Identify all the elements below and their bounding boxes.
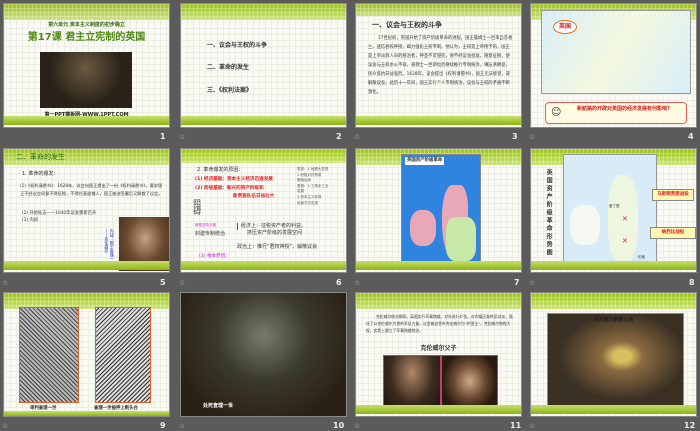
reason-2: (2) 阶级基础：新兴的资产阶级和: [195, 186, 264, 191]
paragraph: (1)《权利请愿书》：1628年，议会向国王提出了一份《权利请愿书》，要求国王不…: [20, 183, 163, 196]
dynasty-note: 斯图亚特王朝: [195, 223, 216, 227]
trial-engraving: [19, 307, 79, 403]
slide-thumbnail-9[interactable]: 审判查理一世 查理一世被押上断头台: [3, 292, 170, 417]
subheading: 2. 革命爆发的原因：: [197, 167, 244, 173]
reason-1: (1) 经济基础：资本主义经济迅速发展: [195, 177, 273, 182]
map-title: 英国资产阶级革命形势图: [545, 169, 553, 257]
animation-star-icon: ☆: [529, 422, 536, 430]
slide-number: 7: [514, 278, 520, 287]
slide-number: 2: [336, 132, 342, 141]
side-list: 表现：1.地理大发现 2.积极对外贸易 圈地运动 表现：1.工场手工业 发展 2.资本主义…: [297, 167, 329, 205]
caption: 处死查理一世: [203, 403, 234, 409]
section-heading: 一、议会与王权的斗争: [372, 21, 442, 29]
economic-effect-cont: 挤压资产阶级的发展空间: [247, 230, 303, 236]
slide-thumbnail-11[interactable]: 克伦威尔统治期间，英国实行军事独裁，对外进行扩张，对内镇压各种反对派，强化了以克…: [355, 292, 522, 417]
animation-star-icon: ☆: [2, 279, 9, 287]
paragraph: (2) 开始标志——1640年议会重新召开: [22, 211, 97, 216]
slide-thumbnail-5[interactable]: 二、革命的发生 1. 革命的爆发： (1)《权利请愿书》：1628年，议会向国王…: [3, 148, 170, 273]
animation-star-icon: ☆: [2, 422, 9, 430]
section-heading: 二、革命的发生: [16, 153, 65, 161]
political-effect: 政治上：推行“君权神授”，解散议会: [237, 244, 318, 250]
question-text: 新航路的开辟对英国的经济发展有何影响?: [577, 106, 670, 112]
slide-number: 11: [510, 421, 522, 430]
cartoon-teacher-icon: ☺: [551, 107, 562, 118]
slide-number: 9: [160, 421, 166, 430]
slide-thumbnail-2[interactable]: 一、议会与王权的斗争 二、革命的发生 三、《权利法案》: [180, 3, 347, 128]
obstruct-label: 阻碍: [192, 199, 202, 215]
animation-star-icon: ☆: [529, 279, 536, 287]
toc-item-3: 三、《权利法案》: [207, 87, 253, 94]
execution-painting: [40, 52, 132, 108]
slide-thumbnail-1[interactable]: 第六单元 资本主义制度的初步确立 第17课 君主立宪制的英国 第一PPT模板网-…: [3, 3, 170, 128]
slide-number: 10: [333, 421, 345, 430]
slide-thumbnail-3[interactable]: 一、议会与王权的斗争 17世纪初，英国开始了资产阶级革命的进程。国王詹姆士一世来…: [355, 3, 522, 128]
unit-title: 第六单元 资本主义制度的初步确立: [48, 22, 125, 28]
dissolving-parliament-painting: [547, 313, 684, 409]
economic-effect: 经济上：征税资产者的利益，: [237, 223, 306, 230]
england-revolution-map: [401, 154, 481, 265]
body-text: 克伦威尔统治期间，英国实行军事独裁，对外进行扩张，对内镇压各种反对派，强化了以克…: [366, 314, 513, 334]
reason-2-cont: 新贵族队伍日益壮大: [233, 194, 275, 199]
slide-thumbnail-12[interactable]: 克伦威尔解散议会: [530, 292, 697, 417]
reason-3: (3) 根本原因：: [199, 254, 230, 259]
header-band: [4, 4, 169, 20]
slide-thumbnail-7[interactable]: 英国资产阶级革命: [355, 148, 522, 273]
execution-painting: [181, 293, 346, 416]
slide-thumbnail-6[interactable]: 2. 革命爆发的原因： (1) 经济基础：资本主义经济迅速发展 (2) 阶级基础…: [180, 148, 347, 273]
animation-star-icon: ☆: [354, 422, 361, 430]
slide-number: 6: [336, 278, 342, 287]
battle-callout-marston-moor: 马斯顿荒原战役: [652, 189, 694, 202]
caption: 克伦威尔父子: [420, 345, 457, 352]
animation-star-icon: ☆: [179, 279, 186, 287]
paragraph: (3) 内战: [22, 218, 39, 223]
ruler-label: 封建专制统治: [195, 231, 226, 237]
animation-star-icon: ☆: [179, 422, 186, 430]
animation-star-icon: ☆: [354, 133, 361, 141]
animation-star-icon: ☆: [529, 133, 536, 141]
slide-number: 1: [160, 132, 166, 141]
battle-callout-naseby: 纳西比战役: [650, 227, 696, 240]
slide-number: 4: [688, 132, 694, 141]
city-label: 爱丁堡: [609, 204, 620, 208]
animation-star-icon: ☆: [354, 279, 361, 287]
slide-number: 12: [684, 421, 696, 430]
slide-number: 8: [689, 278, 695, 287]
slide-thumbnail-10[interactable]: 处死查理一世: [180, 292, 347, 417]
toc-item-1: 一、议会与王权的斗争: [207, 42, 268, 49]
toc-item-2: 二、革命的发生: [207, 64, 250, 71]
map-title: 英国资产阶级革命: [405, 157, 445, 165]
city-label: 伦敦: [638, 255, 645, 259]
revolution-situation-map: ✕ ✕: [563, 154, 657, 266]
slide-thumbnail-8[interactable]: 英国资产阶级革命形势图 ✕ ✕ 爱丁堡 伦敦 马斯顿荒原战役 纳西比战役: [530, 148, 697, 273]
body-text: 17世纪初，英国开始了资产阶级革命的进程。国王詹姆士一世来自苏格兰，迷信君权神授…: [368, 36, 513, 96]
slide-number: 3: [512, 132, 518, 141]
england-label: 英国: [553, 20, 578, 35]
scaffold-engraving: [95, 307, 151, 403]
caption: 克伦威尔解散议会: [593, 317, 634, 323]
slide-number: 5: [160, 278, 166, 287]
lesson-title: 第17课 君主立宪制的英国: [27, 32, 146, 43]
subheading: 1. 革命的爆发：: [22, 171, 59, 177]
animation-star-icon: ☆: [179, 133, 186, 141]
slide-thumbnail-4[interactable]: 英国 新航路的开辟对英国的经济发展有何影响? ☺: [530, 3, 697, 128]
